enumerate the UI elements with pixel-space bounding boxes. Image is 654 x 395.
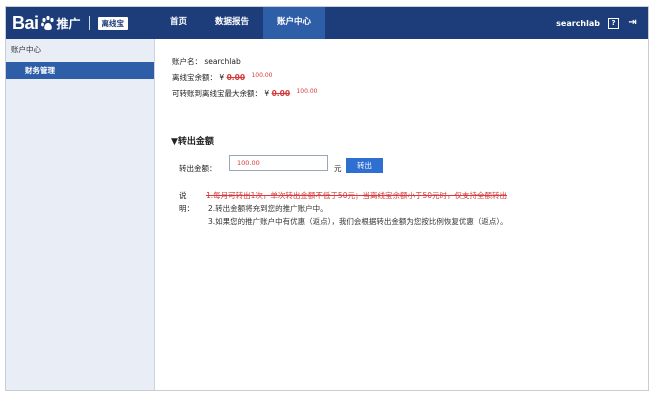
logo-divider xyxy=(88,16,90,30)
logout-icon[interactable]: ⇥ xyxy=(627,18,638,29)
app-window: Bai 推广 离线宝 首页 数据报告 账户中心 searchlab ? ⇥ 账户… xyxy=(5,6,649,391)
username-link[interactable]: searchlab xyxy=(556,19,600,28)
account-name-row: 账户名： searchlab xyxy=(172,56,241,67)
transfer-section-title[interactable]: ▼转出金额 xyxy=(171,134,214,147)
logo-text: Bai xyxy=(12,12,39,33)
top-navigation-bar: Bai 推广 离线宝 首页 数据报告 账户中心 searchlab ? ⇥ xyxy=(6,7,648,39)
balance-value: 0.00 xyxy=(226,73,246,82)
nav-data-report[interactable]: 数据报告 xyxy=(201,7,263,39)
balance-currency: ¥ xyxy=(219,73,225,82)
baidu-tuiguang-logo[interactable]: Bai 推广 离线宝 xyxy=(12,12,129,33)
max-transfer-annotation: 100.00 xyxy=(296,88,318,95)
transfer-out-button[interactable]: 转出 xyxy=(346,158,383,173)
paw-icon xyxy=(40,15,54,31)
notes-label: 说明： xyxy=(179,191,194,213)
max-transfer-value: 0.00 xyxy=(271,89,291,98)
max-transfer-row: 可转账到离线宝最大余额： ¥ 0.00 100.00 xyxy=(172,88,317,99)
transfer-amount-input[interactable]: 100.00 xyxy=(229,155,328,171)
nav-account-center[interactable]: 账户中心 xyxy=(263,7,326,39)
account-name-value: searchlab xyxy=(204,57,241,66)
balance-row: 离线宝余额： ¥ 0.00 100.00 xyxy=(172,72,272,83)
logo-suffix: 推广 xyxy=(56,16,81,31)
sidebar: 账户中心 财务管理 xyxy=(6,39,155,390)
main-content: 账户名： searchlab 离线宝余额： ¥ 0.00 100.00 可转账到… xyxy=(155,39,648,390)
note-item: 2.转出金额将充到您的推广账户中。 xyxy=(208,204,328,213)
max-transfer-currency: ¥ xyxy=(264,89,270,98)
max-transfer-label: 可转账到离线宝最大余额： xyxy=(172,89,262,98)
nav-home[interactable]: 首页 xyxy=(156,7,201,39)
account-name-label: 账户名： xyxy=(172,57,202,66)
transfer-amount-label: 转出金额： xyxy=(179,164,217,173)
main-nav: 首页 数据报告 账户中心 xyxy=(156,7,326,39)
note-item: 3.如果您的推广账户中有优惠（返点），我们会根据转出金额为您按比例恢复优惠（返点… xyxy=(208,217,508,226)
note-item: 1.每月可转出1次，单次转出金额不低于50元；当离线宝余额小于50元时，仅支持全… xyxy=(206,191,508,200)
product-badge: 离线宝 xyxy=(97,16,129,30)
sidebar-item-finance[interactable]: 财务管理 xyxy=(6,62,154,79)
balance-label: 离线宝余额： xyxy=(172,73,217,82)
currency-unit: 元 xyxy=(334,164,342,173)
user-area: searchlab ? ⇥ xyxy=(556,7,638,39)
balance-annotation: 100.00 xyxy=(251,72,273,79)
sidebar-title: 账户中心 xyxy=(11,45,41,54)
help-icon[interactable]: ? xyxy=(608,17,619,29)
